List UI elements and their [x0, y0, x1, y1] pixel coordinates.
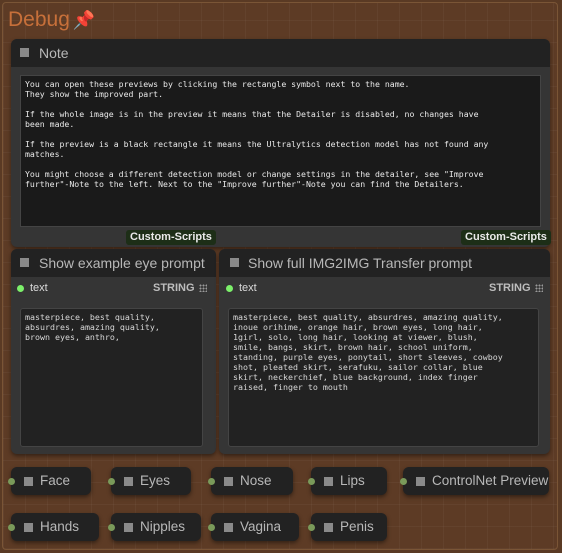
preview-node-nose[interactable]: Nose [208, 467, 293, 495]
text-slot-label: text [30, 282, 48, 294]
preview-node-label: Lips [340, 473, 365, 488]
preview-node-label: ControlNet Preview [432, 473, 549, 488]
note-paragraph-2: If the whole image is in the preview it … [25, 109, 479, 129]
img2img-prompt-text[interactable]: masterpiece, best quality, absurdres, am… [228, 308, 539, 447]
input-slot-dot[interactable] [108, 524, 115, 531]
pushpin-icon[interactable]: 📌 [73, 8, 95, 32]
text-slot-dot[interactable] [17, 285, 24, 292]
preview-node-penis[interactable]: Penis [308, 513, 387, 541]
grid-icon [535, 284, 543, 292]
eye-prompt-header[interactable]: Show example eye prompt [11, 249, 216, 277]
collapse-toggle[interactable] [24, 477, 33, 486]
group-title-text: Debug [8, 8, 70, 31]
collapse-toggle[interactable] [20, 48, 29, 57]
preview-node-lips[interactable]: Lips [308, 467, 387, 495]
collapse-toggle[interactable] [224, 477, 233, 486]
note-node[interactable]: Note You can open these previews by clic… [11, 39, 551, 247]
group-title[interactable]: Debug 📌 [8, 8, 95, 32]
collapse-toggle[interactable] [416, 477, 425, 486]
grid-icon [199, 284, 207, 292]
collapse-toggle[interactable] [224, 523, 233, 532]
preview-node-vagina[interactable]: Vagina [208, 513, 299, 541]
note-paragraph-4: You might choose a different detection m… [25, 169, 484, 189]
input-slot-dot[interactable] [308, 478, 315, 485]
input-slot-dot[interactable] [108, 478, 115, 485]
collapse-toggle[interactable] [124, 523, 133, 532]
custom-scripts-badge-left: Custom-Scripts [126, 230, 216, 245]
note-paragraph-1: You can open these previews by clicking … [25, 79, 410, 99]
preview-node-controlnet[interactable]: ControlNet Preview [400, 467, 549, 495]
preview-node-label: Penis [340, 519, 374, 534]
input-slot-dot[interactable] [308, 524, 315, 531]
preview-node-label: Hands [40, 519, 80, 534]
preview-node-face[interactable]: Face [8, 467, 91, 495]
text-slot-label: text [239, 282, 257, 294]
input-slot-dot[interactable] [400, 478, 407, 485]
input-slot-dot[interactable] [8, 478, 15, 485]
preview-node-hands[interactable]: Hands [8, 513, 99, 541]
eye-prompt-title: Show example eye prompt [39, 255, 205, 271]
eye-prompt-node[interactable]: Show example eye prompt text STRING mast… [11, 249, 216, 454]
input-slot-dot[interactable] [8, 524, 15, 531]
note-text-area[interactable]: You can open these previews by clicking … [20, 75, 541, 227]
input-slot-dot[interactable] [208, 524, 215, 531]
collapse-toggle[interactable] [20, 258, 29, 267]
collapse-toggle[interactable] [24, 523, 33, 532]
img2img-prompt-header[interactable]: Show full IMG2IMG Transfer prompt [219, 249, 550, 277]
collapse-toggle[interactable] [324, 523, 333, 532]
input-slot-dot[interactable] [208, 478, 215, 485]
preview-node-label: Face [40, 473, 71, 488]
eye-prompt-text[interactable]: masterpiece, best quality, absurdres, am… [20, 308, 203, 447]
text-slot-dot[interactable] [226, 285, 233, 292]
note-paragraph-3: If the preview is a black rectangle it m… [25, 139, 489, 159]
collapse-toggle[interactable] [230, 258, 239, 267]
preview-node-label: Nipples [140, 519, 186, 534]
preview-node-label: Eyes [140, 473, 171, 488]
preview-node-label: Nose [240, 473, 272, 488]
custom-scripts-badge-right: Custom-Scripts [461, 230, 551, 245]
img2img-prompt-node[interactable]: Show full IMG2IMG Transfer prompt text S… [219, 249, 550, 454]
note-title: Note [39, 45, 69, 61]
img2img-prompt-title: Show full IMG2IMG Transfer prompt [248, 255, 473, 271]
collapse-toggle[interactable] [324, 477, 333, 486]
note-header[interactable]: Note [11, 39, 550, 67]
collapse-toggle[interactable] [124, 477, 133, 486]
slot-type-label: STRING [489, 282, 531, 294]
slot-type-label: STRING [153, 282, 195, 294]
preview-node-label: Vagina [240, 519, 282, 534]
preview-node-eyes[interactable]: Eyes [108, 467, 191, 495]
preview-node-nipples[interactable]: Nipples [108, 513, 201, 541]
